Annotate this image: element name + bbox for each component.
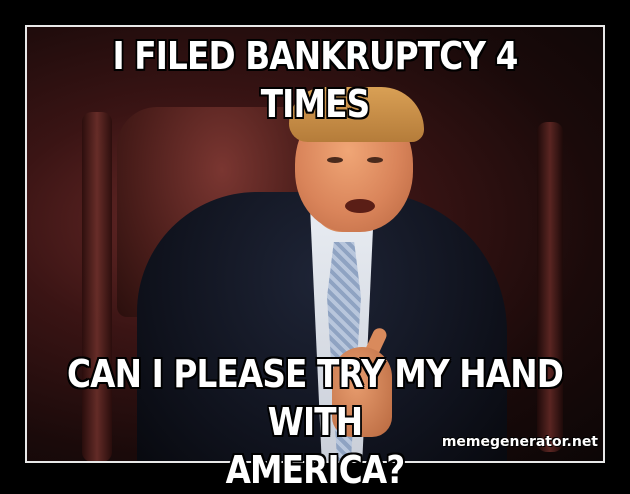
mouth <box>345 199 375 213</box>
bottom-caption-line-2: AMERICA? <box>225 448 406 492</box>
meme-frame: I FILED BANKRUPTCY 4 TIMES CAN I PLEASE … <box>0 0 630 492</box>
watermark: memegenerator.net <box>441 434 598 450</box>
left-eye <box>327 157 343 163</box>
bottom-caption: CAN I PLEASE TRY MY HAND WITH AMERICA? <box>44 350 586 494</box>
bottom-caption-line-1: CAN I PLEASE TRY MY HAND WITH <box>67 352 564 444</box>
top-caption: I FILED BANKRUPTCY 4 TIMES <box>44 32 586 128</box>
top-caption-line-1: I FILED BANKRUPTCY 4 <box>112 34 518 78</box>
right-eye <box>367 157 383 163</box>
top-caption-line-2: TIMES <box>260 82 370 126</box>
